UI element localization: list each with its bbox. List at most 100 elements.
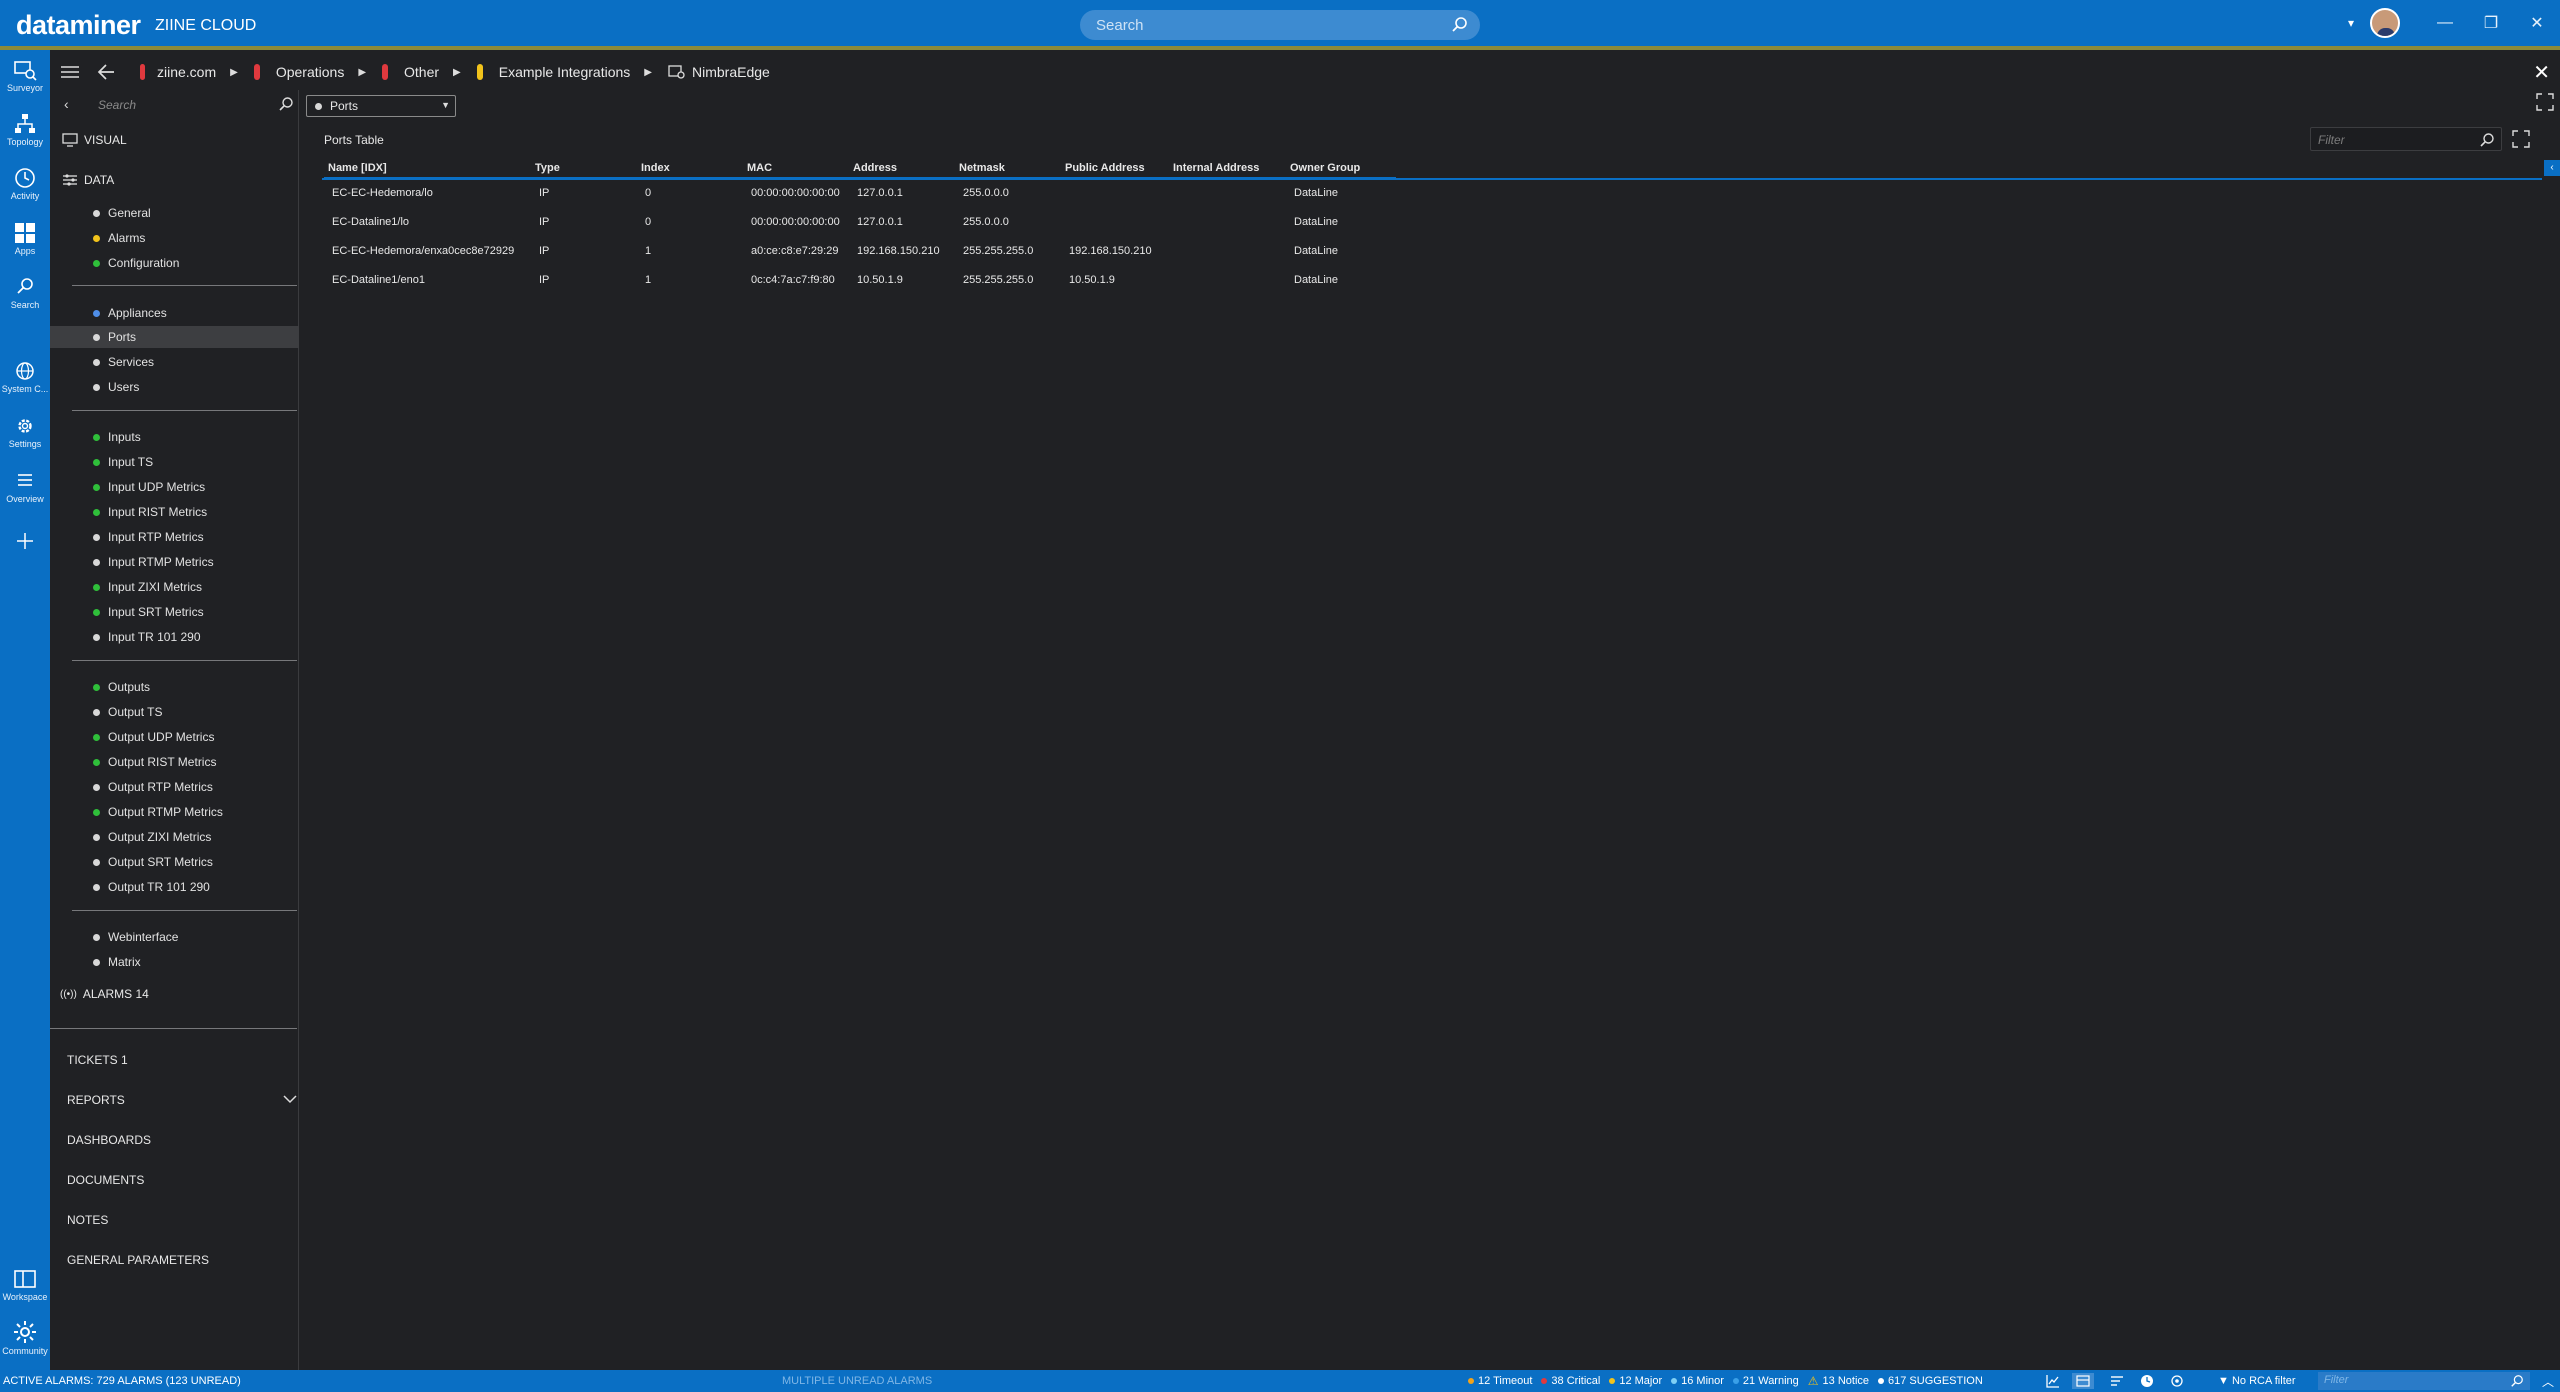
sidebar-item-matrix[interactable]: Matrix bbox=[50, 951, 299, 973]
target-icon[interactable] bbox=[2170, 1374, 2184, 1388]
sidebar-item-output-tr101290[interactable]: Output TR 101 290 bbox=[50, 876, 299, 898]
search-icon[interactable] bbox=[278, 96, 294, 117]
column-header[interactable]: MAC bbox=[743, 160, 849, 178]
sidebar-item-inputs[interactable]: Inputs bbox=[50, 426, 299, 448]
trend-chart-icon[interactable] bbox=[2046, 1374, 2060, 1388]
sidebar-item-appliances[interactable]: Appliances bbox=[50, 302, 299, 324]
collapse-panel-icon[interactable]: ‹ bbox=[2544, 160, 2560, 176]
close-card-icon[interactable]: ✕ bbox=[2533, 60, 2550, 85]
notes-link[interactable]: NOTES bbox=[67, 1213, 108, 1227]
rail-overview[interactable]: Overview bbox=[0, 470, 50, 504]
search-icon[interactable] bbox=[2510, 1374, 2524, 1391]
general-parameters-link[interactable]: GENERAL PARAMETERS bbox=[67, 1253, 209, 1267]
count-critical[interactable]: 38 Critical bbox=[1541, 1375, 1600, 1387]
expand-icon[interactable] bbox=[2536, 93, 2554, 116]
sidebar-item-input-rtmp-metrics[interactable]: Input RTMP Metrics bbox=[50, 551, 299, 573]
sidebar-item-output-rist-metrics[interactable]: Output RIST Metrics bbox=[50, 751, 299, 773]
data-section[interactable]: DATA bbox=[62, 173, 114, 187]
sidebar-item-output-srt-metrics[interactable]: Output SRT Metrics bbox=[50, 851, 299, 873]
status-filter-input[interactable]: Filter bbox=[2318, 1372, 2530, 1390]
rail-topology[interactable]: Topology bbox=[0, 113, 50, 147]
rail-search[interactable]: Search bbox=[0, 276, 50, 310]
sidebar-item-ports[interactable]: Ports bbox=[50, 326, 299, 348]
breadcrumb-operations[interactable]: Operations ▶ bbox=[253, 64, 366, 80]
breadcrumb-nimbraedge[interactable]: NimbraEdge bbox=[668, 64, 770, 80]
hamburger-menu-icon[interactable] bbox=[60, 63, 80, 86]
reports-link[interactable]: REPORTS bbox=[67, 1093, 297, 1107]
sidebar-item-input-rist-metrics[interactable]: Input RIST Metrics bbox=[50, 501, 299, 523]
column-header[interactable]: Netmask bbox=[955, 160, 1061, 178]
table-row[interactable]: EC-EC-Hedemora/enxa0cec8e72929 IP 1 a0:c… bbox=[324, 236, 1396, 265]
column-header[interactable]: Internal Address bbox=[1169, 160, 1286, 178]
table-selector-dropdown[interactable]: Ports ▼ bbox=[306, 95, 456, 117]
breadcrumb-other[interactable]: Other ▶ bbox=[382, 64, 461, 80]
count-timeout[interactable]: 12 Timeout bbox=[1468, 1375, 1532, 1387]
column-header[interactable]: Public Address bbox=[1061, 160, 1169, 178]
sidebar-item-input-udp-metrics[interactable]: Input UDP Metrics bbox=[50, 476, 299, 498]
sidebar-item-input-srt-metrics[interactable]: Input SRT Metrics bbox=[50, 601, 299, 623]
clock-icon[interactable] bbox=[2140, 1374, 2154, 1388]
chevron-up-icon[interactable]: ︿ bbox=[2542, 1373, 2554, 1390]
minimize-icon[interactable]: — bbox=[2422, 14, 2468, 32]
back-arrow-icon[interactable] bbox=[96, 63, 116, 86]
sidebar-item-input-zixi-metrics[interactable]: Input ZIXI Metrics bbox=[50, 576, 299, 598]
sidebar-item-services[interactable]: Services bbox=[50, 351, 299, 373]
chevron-right-icon[interactable]: ▶ bbox=[358, 67, 366, 78]
user-menu-chevron-icon[interactable]: ▾ bbox=[2348, 16, 2354, 30]
list-view-icon[interactable] bbox=[2072, 1373, 2094, 1389]
sort-icon[interactable] bbox=[2110, 1374, 2124, 1388]
sidebar-item-input-tr101290[interactable]: Input TR 101 290 bbox=[50, 626, 299, 648]
column-header[interactable]: Type bbox=[531, 160, 637, 178]
sidebar-item-general[interactable]: General bbox=[50, 202, 299, 224]
count-major[interactable]: 12 Major bbox=[1609, 1375, 1662, 1387]
sidebar-item-output-rtmp-metrics[interactable]: Output RTMP Metrics bbox=[50, 801, 299, 823]
rail-activity[interactable]: Activity bbox=[0, 167, 50, 201]
count-minor[interactable]: 16 Minor bbox=[1671, 1375, 1724, 1387]
sidebar-item-alarms[interactable]: Alarms bbox=[50, 227, 299, 249]
side-search-input[interactable]: Search bbox=[92, 94, 268, 116]
sidebar-item-output-rtp-metrics[interactable]: Output RTP Metrics bbox=[50, 776, 299, 798]
count-suggestion[interactable]: 617 SUGGESTION bbox=[1878, 1375, 1983, 1387]
sidebar-item-output-zixi-metrics[interactable]: Output ZIXI Metrics bbox=[50, 826, 299, 848]
search-icon[interactable] bbox=[2479, 132, 2495, 151]
table-row[interactable]: EC-EC-Hedemora/lo IP 0 00:00:00:00:00:00… bbox=[324, 178, 1396, 207]
chevron-down-icon[interactable] bbox=[282, 1091, 298, 1107]
restore-icon[interactable]: ❐ bbox=[2468, 13, 2514, 33]
sidebar-item-webinterface[interactable]: Webinterface bbox=[50, 926, 299, 948]
global-search-input[interactable]: Search bbox=[1080, 10, 1480, 40]
search-icon[interactable] bbox=[1450, 15, 1470, 40]
rail-system-center[interactable]: System C... bbox=[0, 360, 50, 394]
column-header[interactable]: Name [IDX] bbox=[324, 160, 531, 178]
breadcrumb-ziine[interactable]: ziine.com ▶ bbox=[140, 64, 238, 80]
chevron-left-icon[interactable]: ‹ bbox=[64, 96, 69, 112]
sidebar-item-configuration[interactable]: Configuration bbox=[50, 252, 299, 274]
rca-filter[interactable]: ▼ No RCA filter bbox=[2218, 1375, 2296, 1387]
close-window-icon[interactable]: ✕ bbox=[2514, 13, 2560, 33]
sidebar-item-output-ts[interactable]: Output TS bbox=[50, 701, 299, 723]
table-filter-input[interactable]: Filter bbox=[2310, 127, 2502, 151]
breadcrumb-example-integrations[interactable]: Example Integrations ▶ bbox=[476, 64, 652, 80]
sidebar-item-outputs[interactable]: Outputs bbox=[50, 676, 299, 698]
rail-settings[interactable]: Settings bbox=[0, 415, 50, 449]
active-alarms-text[interactable]: ACTIVE ALARMS: 729 ALARMS (123 UNREAD) bbox=[3, 1375, 241, 1387]
table-row[interactable]: EC-Dataline1/lo IP 0 00:00:00:00:00:00 1… bbox=[324, 207, 1396, 236]
sidebar-item-input-ts[interactable]: Input TS bbox=[50, 451, 299, 473]
dashboards-link[interactable]: DASHBOARDS bbox=[67, 1133, 151, 1147]
tickets-link[interactable]: TICKETS 1 bbox=[67, 1053, 128, 1067]
rail-add[interactable] bbox=[0, 530, 50, 552]
sidebar-item-input-rtp-metrics[interactable]: Input RTP Metrics bbox=[50, 526, 299, 548]
avatar[interactable] bbox=[2370, 8, 2400, 38]
column-header[interactable]: Index bbox=[637, 160, 743, 178]
chevron-right-icon[interactable]: ▶ bbox=[644, 67, 652, 78]
chevron-right-icon[interactable]: ▶ bbox=[453, 67, 461, 78]
sidebar-item-output-udp-metrics[interactable]: Output UDP Metrics bbox=[50, 726, 299, 748]
column-header[interactable]: Owner Group bbox=[1286, 160, 1396, 178]
documents-link[interactable]: DOCUMENTS bbox=[67, 1173, 144, 1187]
alarms-section[interactable]: ((•)) ALARMS 14 bbox=[60, 987, 149, 1001]
count-notice[interactable]: ⚠ 13 Notice bbox=[1808, 1374, 1869, 1388]
count-warning[interactable]: 21 Warning bbox=[1732, 1375, 1799, 1387]
visual-section[interactable]: VISUAL bbox=[62, 133, 127, 147]
chevron-right-icon[interactable]: ▶ bbox=[230, 67, 238, 78]
column-header[interactable]: Address bbox=[849, 160, 955, 178]
rail-community[interactable]: Community bbox=[0, 1320, 50, 1356]
